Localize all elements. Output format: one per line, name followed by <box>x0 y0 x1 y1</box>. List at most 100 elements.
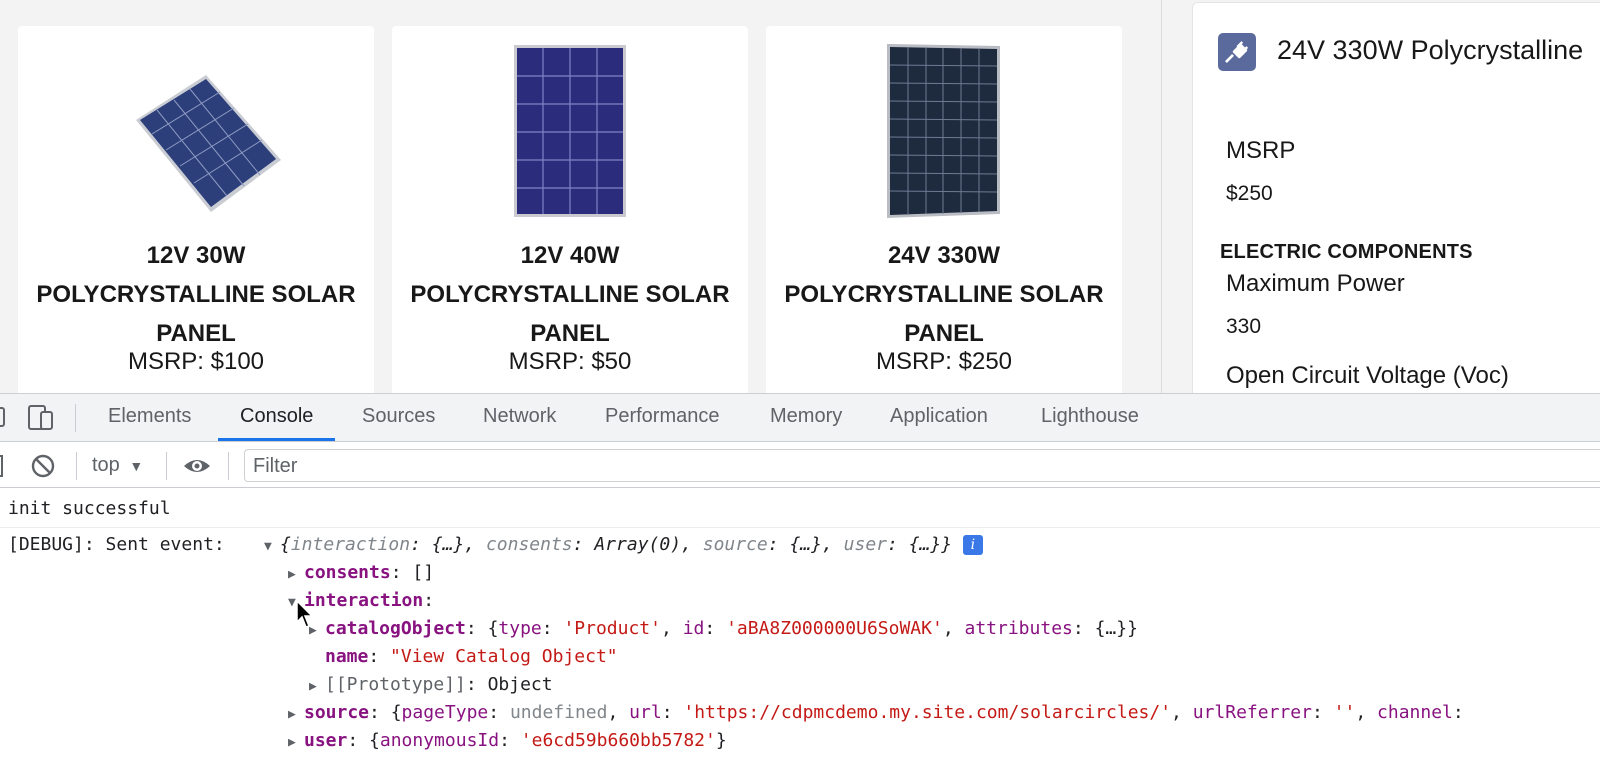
tree-item-name: name: "View Catalog Object" <box>325 646 618 667</box>
property-value: {…} <box>1094 618 1128 639</box>
property-key: attributes <box>964 618 1073 639</box>
summary-value: {…} <box>789 534 822 555</box>
msrp-label: MSRP <box>1226 137 1296 164</box>
tab-lighthouse[interactable]: Lighthouse <box>1041 394 1139 441</box>
property-value: undefined <box>509 702 608 723</box>
tab-application[interactable]: Application <box>890 394 988 441</box>
property-key: urlReferrer <box>1192 702 1312 723</box>
max-power-value: 330 <box>1226 315 1262 338</box>
divider <box>75 404 76 432</box>
divider <box>166 452 167 480</box>
tab-performance[interactable]: Performance <box>605 394 720 441</box>
info-icon[interactable]: i <box>962 535 983 555</box>
product-card[interactable]: 12V 40W POLYCRYSTALLINE SOLAR PANEL MSRP… <box>392 26 748 393</box>
max-power-label: Maximum Power <box>1226 270 1405 297</box>
property-value: 'aBA8Z000000U6SoWAK' <box>726 618 943 639</box>
detail-title: 24V 330W Polycrystalline <box>1277 35 1584 65</box>
property-value: [] <box>412 562 435 583</box>
summary-key: interaction <box>290 534 411 555</box>
context-selector[interactable]: top ▼ <box>92 442 143 488</box>
summary-key: consents <box>485 534 573 555</box>
inspect-icon[interactable] <box>0 402 8 432</box>
divider <box>0 527 1600 528</box>
tree-item-user[interactable]: ▶ user: {anonymousId: 'e6cd59b660bb5782'} <box>288 727 727 755</box>
divider <box>228 452 229 480</box>
title-line: POLYCRYSTALLINE SOLAR <box>784 281 1104 308</box>
chevron-down-icon: ▼ <box>129 458 144 474</box>
product-detail-panel: 24V 330W Polycrystalline MSRP $250 ELECT… <box>1192 2 1600 393</box>
section-heading: ELECTRIC COMPONENTS <box>1220 241 1473 263</box>
property-value: 'https://cdpmcdemo.my.site.com/solarcirc… <box>683 702 1172 723</box>
title-line: 12V 30W <box>146 242 246 269</box>
property-key: user <box>304 730 348 751</box>
tab-sources[interactable]: Sources <box>362 394 435 441</box>
property-key: catalogObject <box>325 618 466 639</box>
expanded-arrow-icon[interactable]: ▼ <box>264 533 280 561</box>
tab-console[interactable]: Console <box>218 394 336 441</box>
tree-item-source[interactable]: ▶ source: {pageType: undefined, url: 'htt… <box>288 699 1464 727</box>
event-object-summary[interactable]: ▼ {interaction: {…}, consents: Array(0), … <box>264 531 983 559</box>
summary-value: {…} <box>908 534 942 555</box>
property-value: 'Product' <box>563 618 661 639</box>
tree-item-consents[interactable]: ▶ consents: [] <box>288 559 434 587</box>
property-key: [[Prototype]] <box>325 674 466 695</box>
collapsed-arrow-icon[interactable]: ▶ <box>309 673 325 701</box>
product-price: MSRP: $50 <box>508 348 632 375</box>
product-card[interactable]: 12V 30W POLYCRYSTALLINE SOLAR PANEL MSRP… <box>18 26 374 393</box>
product-image <box>766 40 1122 220</box>
property-key: channel <box>1377 702 1453 723</box>
title-line: 12V 40W <box>520 242 620 269</box>
property-key: anonymousId <box>379 730 500 751</box>
collapsed-arrow-icon[interactable]: ▶ <box>288 729 304 757</box>
property-value: Object <box>487 674 553 695</box>
property-key: id <box>682 618 705 639</box>
collapsed-arrow-icon[interactable]: ▶ <box>288 561 304 589</box>
tab-elements[interactable]: Elements <box>108 394 191 441</box>
clear-console-icon[interactable] <box>30 453 56 479</box>
product-title[interactable]: 12V 40W POLYCRYSTALLINE SOLAR PANEL <box>402 236 738 353</box>
collapsed-arrow-icon[interactable]: ▶ <box>288 701 304 729</box>
property-key: interaction <box>304 590 424 611</box>
tree-item-catalog-object[interactable]: ▶ catalogObject: {type: 'Product', id: 'a… <box>309 615 1138 643</box>
summary-key: user <box>843 534 888 555</box>
summary-value: Array(0) <box>594 534 682 555</box>
filter-input[interactable] <box>253 454 1153 478</box>
tab-network[interactable]: Network <box>483 394 556 441</box>
sidebar-toggle-icon[interactable] <box>0 454 8 478</box>
product-price: MSRP: $100 <box>127 348 265 375</box>
property-key: consents <box>304 562 391 583</box>
title-line: POLYCRYSTALLINE SOLAR <box>410 281 730 308</box>
property-value: "View Catalog Object" <box>390 646 618 667</box>
property-key: type <box>498 618 542 639</box>
product-card[interactable]: 24V 330W POLYCRYSTALLINE SOLAR PANEL MSR… <box>766 26 1122 393</box>
product-grid: 12V 30W POLYCRYSTALLINE SOLAR PANEL MSRP… <box>0 0 1162 393</box>
summary-key: source <box>702 534 768 555</box>
tab-memory[interactable]: Memory <box>770 394 842 441</box>
property-value: 'e6cd59b660bb5782' <box>520 730 716 751</box>
title-line: 24V 330W <box>887 242 1001 269</box>
product-image <box>18 40 374 220</box>
voc-label: Open Circuit Voltage (Voc) <box>1226 362 1509 389</box>
devtools-panel: Elements Console Sources Network Perform… <box>0 393 1600 766</box>
live-expression-eye-icon[interactable] <box>182 453 212 479</box>
context-label: top <box>92 454 120 476</box>
console-toolbar: top ▼ <box>0 442 1600 488</box>
devtools-tabbar: Elements Console Sources Network Perform… <box>0 394 1600 442</box>
filter-box <box>244 449 1600 482</box>
property-key: name <box>325 646 369 667</box>
property-key: source <box>304 702 370 723</box>
summary-value: {…} <box>431 534 465 555</box>
product-title[interactable]: 24V 330W POLYCRYSTALLINE SOLAR PANEL <box>776 236 1112 353</box>
title-line: POLYCRYSTALLINE SOLAR <box>36 281 356 308</box>
console-message: [DEBUG]: Sent event: <box>8 531 225 559</box>
product-title[interactable]: 12V 30W POLYCRYSTALLINE SOLAR PANEL <box>28 236 364 353</box>
device-toolbar-icon[interactable] <box>26 402 56 432</box>
divider <box>76 452 77 480</box>
debug-prefix: [DEBUG]: Sent event: <box>8 534 225 555</box>
console-message: init successful <box>8 498 171 519</box>
property-value: '' <box>1333 702 1356 723</box>
plug-icon <box>1218 33 1256 71</box>
tree-item-prototype[interactable]: ▶ [[Prototype]]: Object <box>309 671 553 699</box>
console-output: init successful [DEBUG]: Sent event: ▼ {i… <box>0 489 1600 766</box>
web-page: 12V 30W POLYCRYSTALLINE SOLAR PANEL MSRP… <box>0 0 1600 393</box>
